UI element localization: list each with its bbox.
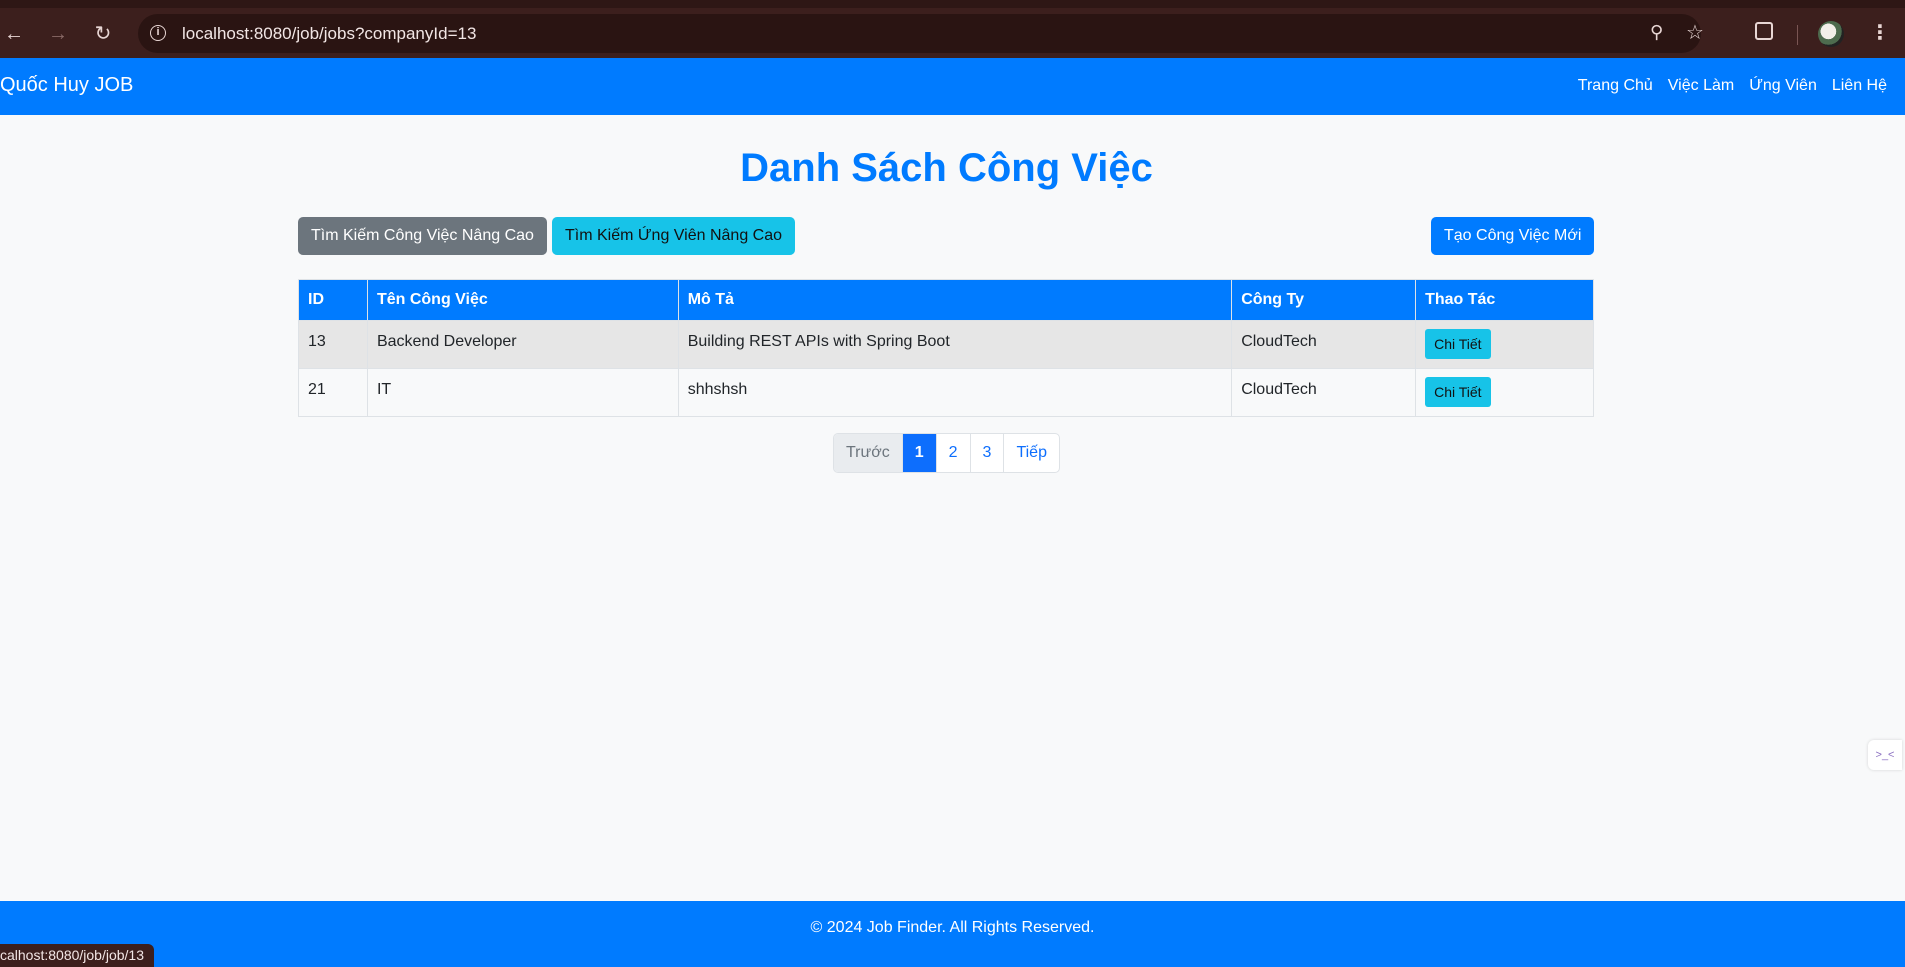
- nav-link-candidates[interactable]: Ứng Viên: [1749, 77, 1817, 95]
- advanced-job-search-button[interactable]: Tìm Kiếm Công Việc Nâng Cao: [298, 217, 547, 255]
- pagination-prev[interactable]: Trước: [834, 434, 902, 472]
- header-description: Mô Tả: [677, 279, 1233, 321]
- advanced-candidate-search-button[interactable]: Tìm Kiếm Ứng Viên Nâng Cao: [552, 217, 796, 255]
- header-actions: Thao Tác: [1415, 279, 1594, 321]
- brand-logo[interactable]: Quốc Huy JOB: [0, 74, 133, 97]
- site-footer: © 2024 Job Finder. All Rights Reserved.: [0, 901, 1905, 967]
- pagination: Trước 1 2 3 Tiếp: [833, 433, 1060, 473]
- kebab-menu-icon[interactable]: ⋮: [1870, 22, 1890, 44]
- header-id: ID: [298, 279, 368, 321]
- pagination-next[interactable]: Tiếp: [1003, 434, 1059, 472]
- address-url[interactable]: localhost:8080/job/jobs?companyId=13: [182, 24, 476, 44]
- nav-link-jobs[interactable]: Việc Làm: [1668, 77, 1734, 95]
- footer-copyright: © 2024 Job Finder. All Rights Reserved.: [810, 919, 1095, 936]
- site-info-icon[interactable]: i: [150, 25, 166, 41]
- pagination-page-2[interactable]: 2: [935, 434, 970, 472]
- cell-company: CloudTech: [1231, 320, 1417, 369]
- side-widget-icon[interactable]: >_<: [1868, 740, 1902, 770]
- profile-avatar[interactable]: [1818, 21, 1844, 47]
- pagination-page-1[interactable]: 1: [901, 434, 936, 472]
- cell-id: 21: [298, 368, 368, 417]
- browser-toolbar: ← → ↻ i localhost:8080/job/jobs?companyI…: [0, 0, 1905, 58]
- nav-links: Trang Chủ Việc Làm Ứng Viên Liên Hệ: [1578, 77, 1887, 95]
- forward-arrow-icon[interactable]: →: [44, 20, 72, 48]
- cell-description: shhshsh: [677, 368, 1233, 417]
- jobs-table: ID Tên Công Việc Mô Tả Công Ty Thao Tác …: [298, 279, 1594, 417]
- address-bar[interactable]: i localhost:8080/job/jobs?companyId=13 ⚲…: [138, 14, 1704, 53]
- header-job-name: Tên Công Việc: [366, 279, 679, 321]
- detail-button[interactable]: Chi Tiết: [1425, 329, 1491, 359]
- cell-actions: Chi Tiết: [1415, 368, 1594, 417]
- nav-link-home[interactable]: Trang Chủ: [1578, 77, 1653, 95]
- header-company: Công Ty: [1231, 279, 1417, 321]
- table-header-row: ID Tên Công Việc Mô Tả Công Ty Thao Tác: [298, 279, 1594, 321]
- cell-id: 13: [298, 320, 368, 369]
- page-title: Danh Sách Công Việc: [740, 146, 1153, 190]
- cell-job-name: Backend Developer: [366, 320, 679, 369]
- detail-button[interactable]: Chi Tiết: [1425, 377, 1491, 407]
- site-navbar: Quốc Huy JOB Trang Chủ Việc Làm Ứng Viên…: [0, 58, 1905, 115]
- extensions-icon[interactable]: [1755, 22, 1773, 40]
- table-row: 13 Backend Developer Building REST APIs …: [298, 320, 1594, 369]
- bookmark-star-icon[interactable]: ☆: [1686, 20, 1704, 45]
- table-row: 21 IT shhshsh CloudTech Chi Tiết: [298, 368, 1594, 417]
- cell-job-name: IT: [366, 368, 679, 417]
- cell-description: Building REST APIs with Spring Boot: [677, 320, 1233, 369]
- nav-link-contact[interactable]: Liên Hệ: [1832, 77, 1887, 95]
- cell-company: CloudTech: [1231, 368, 1417, 417]
- create-job-button[interactable]: Tạo Công Việc Mới: [1431, 217, 1595, 255]
- zoom-icon[interactable]: ⚲: [1650, 22, 1663, 43]
- toolbar-divider: [1797, 25, 1798, 45]
- back-arrow-icon[interactable]: ←: [0, 20, 28, 48]
- cell-actions: Chi Tiết: [1415, 320, 1594, 369]
- browser-status-bar: calhost:8080/job/job/13: [0, 944, 154, 967]
- pagination-page-3[interactable]: 3: [969, 434, 1004, 472]
- reload-icon[interactable]: ↻: [89, 20, 117, 48]
